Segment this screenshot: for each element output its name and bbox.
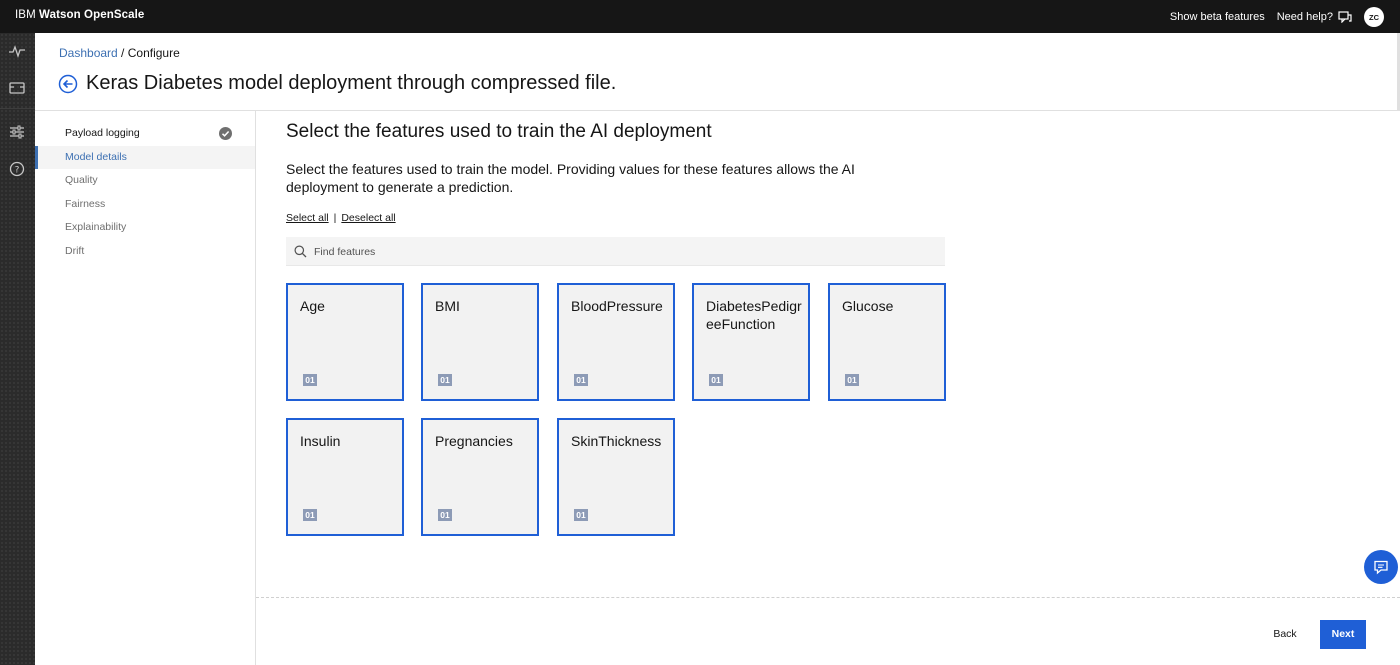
numeric-type-badge: 01 (438, 374, 452, 386)
step-fairness[interactable]: Fairness (35, 193, 255, 216)
rail-divider (0, 108, 35, 109)
feature-name: BMI (435, 298, 460, 314)
step-label: Model details (65, 151, 127, 163)
footer-divider (256, 597, 1400, 598)
select-all-link[interactable]: Select all (286, 212, 329, 224)
step-drift[interactable]: Drift (35, 240, 255, 263)
numeric-type-badge: 01 (845, 374, 859, 386)
help-icon[interactable]: ? (8, 160, 26, 178)
step-model-details[interactable]: Model details (35, 146, 255, 169)
feature-tile-insulin[interactable]: Insulin 01 (286, 418, 404, 536)
page-title: Keras Diabetes model deployment through … (86, 72, 617, 94)
checkmark-icon (219, 127, 232, 140)
step-label: Payload logging (65, 127, 140, 139)
step-quality[interactable]: Quality (35, 169, 255, 192)
chat-icon (1374, 560, 1388, 575)
feature-tile-bloodpressure[interactable]: BloodPressure 01 (557, 283, 675, 401)
feature-tile-bmi[interactable]: BMI 01 (421, 283, 539, 401)
step-label: Explainability (65, 221, 127, 233)
deployment-icon[interactable] (8, 79, 26, 97)
user-avatar[interactable]: ZC (1364, 7, 1384, 27)
brand-prefix: IBM (15, 9, 36, 21)
feature-name: BloodPressure (571, 298, 663, 314)
numeric-type-badge: 01 (709, 374, 723, 386)
step-label: Drift (65, 245, 85, 257)
back-button[interactable]: Back (1258, 620, 1312, 649)
breadcrumb-current: Configure (127, 46, 180, 60)
feature-search (286, 237, 945, 266)
selection-links: Select all | Deselect all (286, 212, 396, 224)
svg-text:?: ? (15, 166, 20, 176)
search-input[interactable] (314, 237, 934, 266)
activity-icon[interactable] (8, 42, 26, 60)
numeric-type-badge: 01 (438, 509, 452, 521)
feature-tile-glucose[interactable]: Glucose 01 (828, 283, 946, 401)
top-bar: IBM Watson OpenScale Show beta features … (0, 0, 1400, 33)
feature-name: DiabetesPedigreeFunction (706, 298, 802, 332)
title-row: Keras Diabetes model deployment through … (58, 72, 616, 95)
step-label: Fairness (65, 198, 106, 210)
feature-tile-skinthickness[interactable]: SkinThickness 01 (557, 418, 675, 536)
breadcrumb-separator: / (117, 46, 128, 60)
feature-tile-pregnancies[interactable]: Pregnancies 01 (421, 418, 539, 536)
back-arrow-icon[interactable] (58, 74, 78, 94)
help-chat-icon[interactable] (1338, 11, 1352, 23)
need-help-link[interactable]: Need help? (1277, 11, 1333, 23)
step-payload-logging[interactable]: Payload logging (35, 122, 255, 145)
numeric-type-badge: 01 (574, 509, 588, 521)
deselect-all-link[interactable]: Deselect all (341, 212, 395, 224)
top-actions: Show beta features Need help? ZC (1158, 7, 1384, 27)
numeric-type-badge: 01 (303, 374, 317, 386)
section-title: Select the features used to train the AI… (286, 121, 712, 142)
step-explainability[interactable]: Explainability (35, 216, 255, 239)
chat-button[interactable] (1364, 550, 1398, 584)
feature-name: Insulin (300, 433, 341, 449)
breadcrumb-dashboard-link[interactable]: Dashboard (59, 46, 118, 60)
section-description: Select the features used to train the mo… (286, 161, 855, 195)
feature-name: Glucose (842, 298, 894, 314)
configuration-steps: Payload logging Model details Quality Fa… (35, 111, 256, 665)
brand-name: Watson OpenScale (39, 9, 145, 21)
show-beta-features-link[interactable]: Show beta features (1170, 11, 1265, 23)
numeric-type-badge: 01 (574, 374, 588, 386)
search-icon (294, 245, 307, 258)
feature-tile-age[interactable]: Age 01 (286, 283, 404, 401)
feature-name: Age (300, 298, 325, 314)
link-separator: | (333, 212, 337, 224)
next-button[interactable]: Next (1320, 620, 1366, 649)
settings-sliders-icon[interactable] (8, 123, 26, 141)
step-label: Quality (65, 174, 98, 186)
product-name[interactable]: IBM Watson OpenScale (15, 9, 144, 21)
feature-tile-diabetespedigreefunction[interactable]: DiabetesPedigreeFunction 01 (692, 283, 810, 401)
feature-name: SkinThickness (571, 433, 662, 449)
breadcrumb: Dashboard / Configure (59, 46, 180, 60)
left-rail: ? (0, 33, 35, 665)
feature-name: Pregnancies (435, 433, 513, 449)
numeric-type-badge: 01 (303, 509, 317, 521)
